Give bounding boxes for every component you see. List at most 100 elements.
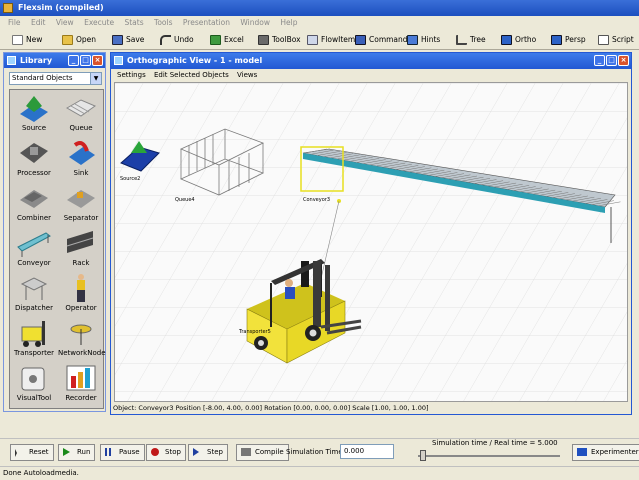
excel-button[interactable]: Excel	[208, 32, 244, 48]
commands-button[interactable]: Commands	[353, 32, 411, 48]
maximize-icon[interactable]: □	[606, 55, 617, 66]
compile-icon	[241, 448, 251, 456]
save-button[interactable]: Save	[110, 32, 144, 48]
undo-button[interactable]: Undo	[158, 32, 194, 48]
pause-label: Pause	[119, 448, 140, 456]
step-label: Step	[207, 448, 223, 456]
library-item-label: NetworkNode	[58, 349, 106, 357]
excel-icon	[210, 35, 221, 45]
operator-icon	[63, 272, 99, 304]
save-label: Save	[126, 35, 145, 44]
library-item-combiner[interactable]: Combiner	[11, 181, 57, 227]
library-item-queue[interactable]: Queue	[58, 91, 104, 137]
experimenter-label: Experimenter	[591, 448, 639, 456]
library-item-operator[interactable]: Operator	[58, 271, 104, 317]
app-icon	[3, 3, 13, 13]
compile-button[interactable]: Compile	[236, 444, 289, 461]
menu-window[interactable]: Window	[240, 16, 270, 30]
library-category-select[interactable]: Standard Objects ▼	[9, 72, 102, 85]
sim-time-field: 0.000	[340, 444, 394, 459]
conveyor-icon	[16, 227, 52, 259]
minimize-icon[interactable]: _	[594, 55, 605, 66]
tree-label: Tree	[470, 35, 486, 44]
library-item-source[interactable]: Source	[11, 91, 57, 137]
library-item-sink[interactable]: Sink	[58, 136, 104, 182]
library-item-networknode[interactable]: NetworkNode	[58, 316, 106, 362]
menu-presentation[interactable]: Presentation	[183, 16, 230, 30]
menu-help[interactable]: Help	[280, 16, 297, 30]
view-status-line: Object: Conveyor3 Position [-8.00, 4.00,…	[113, 404, 429, 412]
library-item-label: Queue	[69, 124, 93, 132]
status-bar: Done Autoloadmedia.	[0, 466, 639, 480]
script-label: Script	[612, 35, 634, 44]
library-item-visualtool[interactable]: VisualTool	[11, 361, 57, 407]
view-title: Orthographic View - 1 - model	[127, 56, 263, 65]
new-button[interactable]: New	[10, 32, 42, 48]
view-menu-settings[interactable]: Settings	[117, 71, 146, 79]
menu-edit[interactable]: Edit	[31, 16, 46, 30]
library-icon	[7, 56, 16, 65]
menu-file[interactable]: File	[8, 16, 21, 30]
run-button[interactable]: Run	[58, 444, 96, 461]
compile-label: Compile	[255, 448, 284, 456]
library-item-rack[interactable]: Rack	[58, 226, 104, 272]
toolbox-icon	[258, 35, 269, 45]
library-item-label: Operator	[65, 304, 97, 312]
persp-button[interactable]: Persp	[549, 32, 586, 48]
menu-stats[interactable]: Stats	[124, 16, 143, 30]
orthographic-view-window: Orthographic View - 1 - model _ □ × Settin…	[110, 52, 632, 415]
close-icon[interactable]: ×	[618, 55, 629, 66]
networknode-icon	[63, 317, 99, 349]
library-item-dispatcher[interactable]: Dispatcher	[11, 271, 57, 317]
view-menu-edit-selected[interactable]: Edit Selected Objects	[154, 71, 229, 79]
pause-button[interactable]: Pause	[100, 444, 145, 461]
processor-icon	[16, 137, 52, 169]
close-icon[interactable]: ×	[92, 55, 103, 66]
maximize-icon[interactable]: □	[80, 55, 91, 66]
minimize-icon[interactable]: _	[68, 55, 79, 66]
view-title-bar: Orthographic View - 1 - model _ □ ×	[111, 53, 631, 69]
script-button[interactable]: Script	[596, 32, 634, 48]
visualtool-icon	[16, 362, 52, 394]
transporter-icon	[16, 317, 52, 349]
tree-button[interactable]: Tree	[454, 32, 486, 48]
flowitem-button[interactable]: FlowItem	[305, 32, 355, 48]
experimenter-button[interactable]: Experimenter	[572, 444, 639, 461]
reset-button[interactable]: Reset	[10, 444, 54, 461]
dispatcher-icon	[16, 272, 52, 304]
save-disk-icon	[112, 35, 123, 45]
stop-button[interactable]: Stop	[146, 444, 186, 461]
library-item-processor[interactable]: Processor	[11, 136, 57, 182]
menu-tools[interactable]: Tools	[154, 16, 172, 30]
library-item-recorder[interactable]: Recorder	[58, 361, 104, 407]
library-item-label: Transporter	[13, 349, 55, 357]
step-button[interactable]: Step	[188, 444, 228, 461]
reset-icon	[15, 449, 17, 457]
toolbox-button[interactable]: ToolBox	[256, 32, 301, 48]
library-item-conveyor[interactable]: Conveyor	[11, 226, 57, 272]
experimenter-icon	[577, 448, 587, 456]
new-label: New	[26, 35, 43, 44]
app-title-bar: Flexsim (compiled)	[0, 0, 639, 16]
speed-slider-thumb[interactable]	[420, 450, 426, 461]
ortho-button[interactable]: Ortho	[499, 32, 536, 48]
library-item-label: Combiner	[17, 214, 51, 222]
undo-label: Undo	[174, 35, 194, 44]
view-menu-views[interactable]: Views	[237, 71, 257, 79]
hints-button[interactable]: Hints	[405, 32, 440, 48]
menu-execute[interactable]: Execute	[84, 16, 114, 30]
open-button[interactable]: Open	[60, 32, 96, 48]
step-icon	[193, 448, 199, 456]
model-3d-canvas[interactable]: Source2 Queue4 Conveyor3 Transporter5	[114, 82, 628, 402]
conveyor-label: Conveyor3	[303, 197, 330, 203]
library-item-separator[interactable]: Separator	[58, 181, 104, 227]
chevron-down-icon[interactable]: ▼	[90, 73, 101, 84]
model-scene: Source2 Queue4 Conveyor3 Transporter5	[115, 83, 627, 401]
menu-view[interactable]: View	[56, 16, 74, 30]
library-title: Library	[20, 56, 53, 65]
library-item-transporter[interactable]: Transporter	[11, 316, 57, 362]
undo-arrow-icon	[160, 35, 171, 45]
rack-icon	[63, 227, 99, 259]
speed-slider-track[interactable]	[418, 455, 560, 457]
source-label: Source2	[120, 176, 140, 182]
